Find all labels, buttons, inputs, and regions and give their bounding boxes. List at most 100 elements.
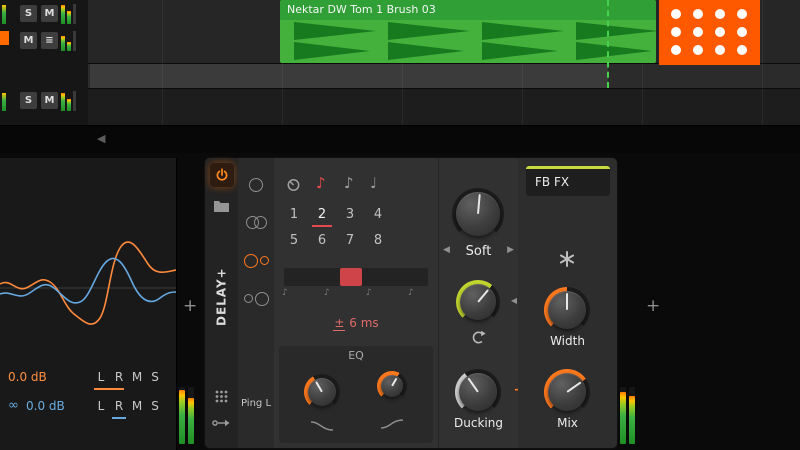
note-eighth-selected-icon[interactable]: ♪ [316,174,326,192]
beat-3[interactable]: 3 [336,202,364,228]
channel-l-button[interactable]: L [92,399,110,413]
slider-handle[interactable] [340,268,362,286]
tab-mode-ping-pong-reverse[interactable] [238,290,274,306]
channel-m-button[interactable]: M [128,370,146,384]
note-eighth-icon[interactable]: ♪ [344,174,354,192]
repeat-icon [472,330,486,344]
gain-value-2[interactable]: 0.0 dB [26,399,65,413]
soft-clip-knob[interactable] [452,188,504,240]
delay-time-section: ♪ ♪ ♩ 1 2 3 4 5 6 7 8 ♪ ♪ ♪ ♪ ± 6 ms EQ [274,158,438,448]
timeline-lane-2-highlight [90,64,608,88]
feedback-knob[interactable] [456,280,500,324]
track2-meter [61,31,76,51]
track3-solo-button[interactable]: S [20,92,37,109]
scope-waveform [0,241,176,325]
track2-menu-button[interactable]: ≡ [41,32,58,49]
channel-r-button[interactable]: R [110,399,128,413]
track2-mute-button[interactable]: M [20,32,37,49]
beat-5[interactable]: 5 [280,228,308,254]
ducking-knob[interactable] [455,369,501,415]
track1-solo-button[interactable]: S [20,5,37,22]
channel-l-button[interactable]: L [92,370,110,384]
tick-note-icon: ♪ [324,288,330,298]
time-mode-dial-button[interactable] [286,177,301,196]
clip-waveform [280,20,656,63]
channel-underline-blue [112,417,126,419]
device-title[interactable]: DELAY+ [205,242,238,352]
bitwig-logo [659,0,760,65]
loop-end-marker[interactable] [607,0,609,88]
track3-mini-meter [2,93,6,111]
circle-icon [254,291,269,306]
output-level-meter [620,387,635,444]
beat-6[interactable]: 6 [308,228,336,254]
channel-m-button[interactable]: M [128,399,146,413]
low-shelf-curve-icon [310,421,334,431]
beat-1[interactable]: 1 [280,202,308,228]
tab-mode-ping-pong-selected[interactable] [238,252,274,268]
tick-note-icon: ♪ [366,288,372,298]
feedback-mod-icon[interactable]: ◀ [511,296,517,305]
folder-icon [214,201,229,212]
freeze-snowflake-icon[interactable] [559,251,575,267]
eq-low-knob[interactable] [304,374,340,410]
tab-mode-mono[interactable] [238,176,274,192]
audio-clip[interactable]: Nektar DW Tom 1 Brush 03 [280,0,656,63]
beat-selected-underline [312,225,332,227]
clip-title: Nektar DW Tom 1 Brush 03 [280,0,656,20]
beat-8[interactable]: 8 [364,228,392,254]
track1-meter [61,4,76,24]
arranger-scrollbar[interactable]: ◀ [0,125,800,153]
add-device-left-button[interactable]: + [183,296,197,316]
channel-s-button[interactable]: S [146,370,164,384]
soft-label: Soft [465,244,492,259]
routing-button[interactable] [212,414,231,433]
device-power-button[interactable] [210,163,234,187]
dial-icon [287,179,300,191]
eq-label: EQ [348,349,364,362]
scroll-left-icon[interactable]: ◀ [97,132,105,145]
offset-value[interactable]: ± 6 ms [274,316,438,331]
offset-ms: 6 ms [349,316,379,330]
tab-mode-stereo[interactable] [238,214,274,230]
circle-icon [243,253,258,268]
tick-note-icon: ♪ [282,288,288,298]
track-headers: S M M ≡ S M [0,0,88,125]
grid-line [162,0,163,125]
fb-fx-label: FB FX [535,175,570,189]
channel-r-button[interactable]: R [110,370,128,384]
bitwig-studio-window: S M M ≡ S M Nektar DW Tom 1 Brush 03 ◀ 0… [0,0,800,450]
remote-controls-button[interactable] [215,388,228,407]
circle-icon [253,216,267,229]
track3-meter [61,91,76,111]
input-level-meter [179,387,194,444]
plus-minus: ± [333,316,346,331]
beat-4[interactable]: 4 [364,202,392,228]
gain-value-1[interactable]: 0.0 dB [8,370,47,384]
mix-knob[interactable] [544,369,590,415]
track1-mute-button[interactable]: M [41,5,58,22]
grid-line [762,0,763,125]
track2-clip-color-tag [0,31,9,45]
link-icon[interactable]: ∞ [8,398,19,413]
power-icon [216,168,228,181]
circle-icon [249,177,263,192]
output-arrow-icon [212,419,230,427]
eq-high-knob[interactable] [377,371,407,401]
note-quarter-icon[interactable]: ♩ [370,174,377,192]
timeline-lane-3 [88,89,800,126]
grid-dots-icon [215,390,228,403]
mode-label[interactable]: Ping L [238,398,274,409]
beat-7[interactable]: 7 [336,228,364,254]
fine-offset-slider[interactable] [284,268,428,286]
track3-mute-button[interactable]: M [41,92,58,109]
fb-fx-slot[interactable]: FB FX [526,166,610,196]
delay-mode-strip: Ping L [238,158,274,448]
eq-panel: EQ [279,346,433,443]
width-knob[interactable] [544,287,590,333]
tick-note-icon: ♪ [408,288,414,298]
add-device-right-button[interactable]: + [646,296,660,316]
preset-browser-button[interactable] [213,198,230,217]
feedback-loop-button[interactable] [470,330,487,349]
channel-s-button[interactable]: S [146,399,164,413]
